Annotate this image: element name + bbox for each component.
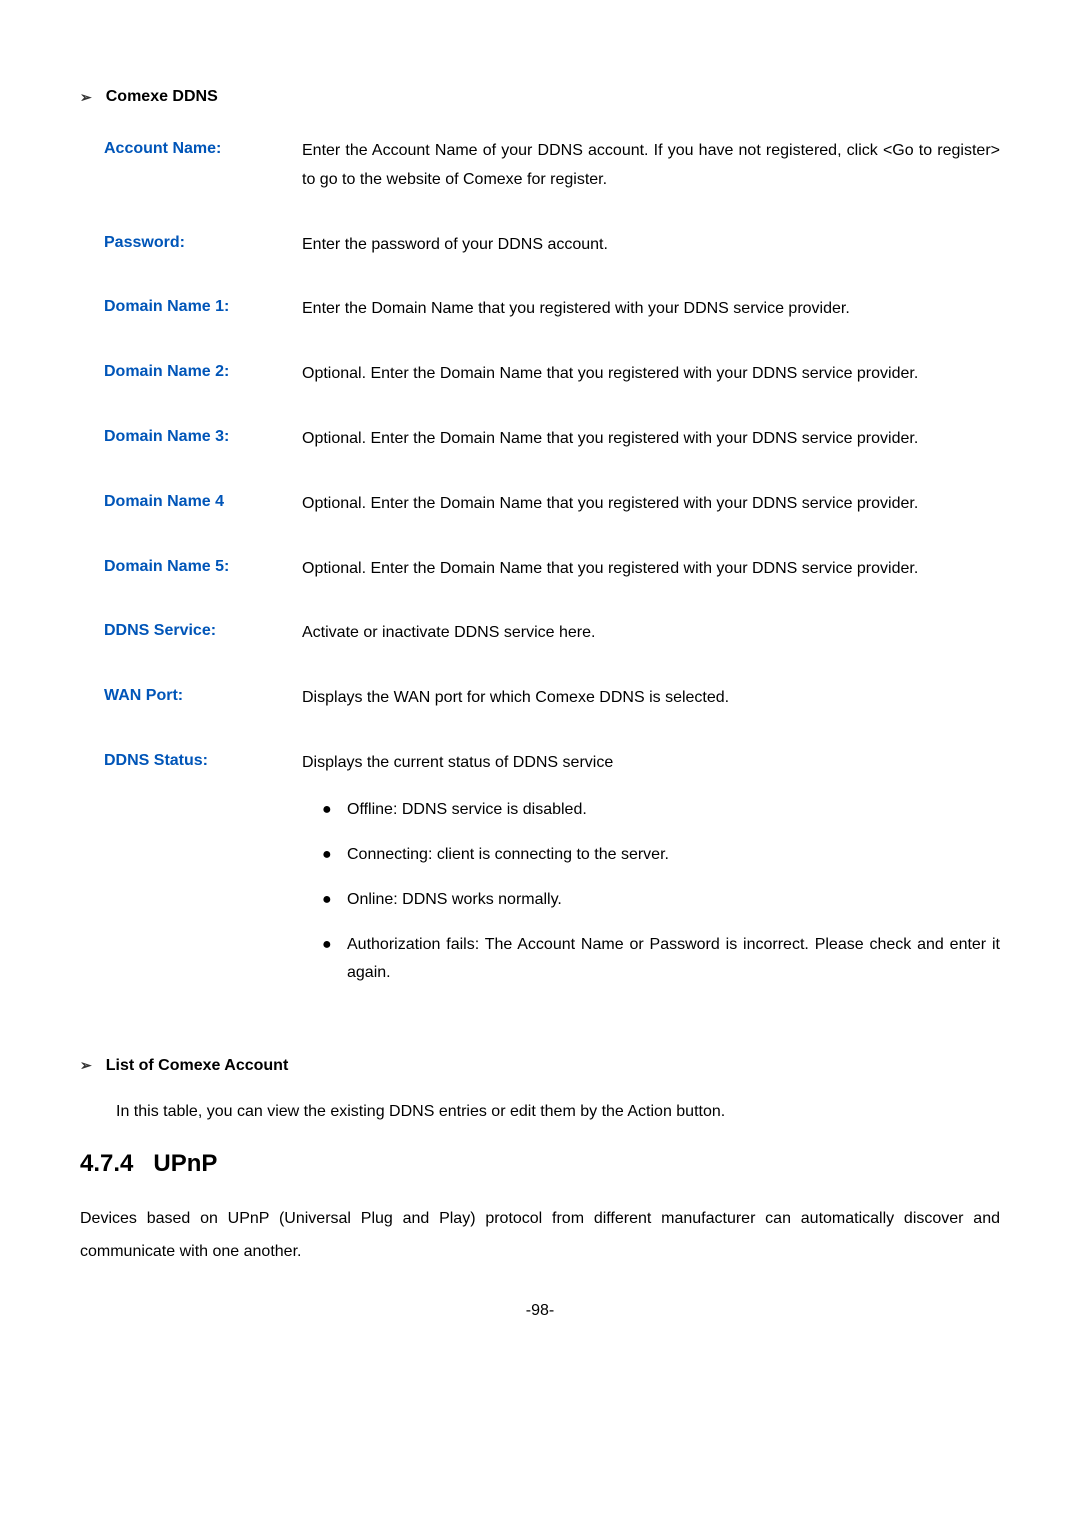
list-comexe-account-heading: ➢ List of Comexe Account xyxy=(80,1054,1000,1078)
chevron-right-icon: ➢ xyxy=(80,1055,92,1076)
comexe-ddns-title: Comexe DDNS xyxy=(106,85,218,109)
upnp-description: Devices based on UPnP (Universal Plug an… xyxy=(80,1202,1000,1269)
ddns-status-value: Displays the current status of DDNS serv… xyxy=(302,749,1000,1004)
password-row: Password: Enter the password of your DDN… xyxy=(104,231,1000,260)
domain-name-5-row: Domain Name 5: Optional. Enter the Domai… xyxy=(104,555,1000,584)
status-online: ● Online: DDNS works normally. xyxy=(322,886,1000,913)
domain-name-2-row: Domain Name 2: Optional. Enter the Domai… xyxy=(104,360,1000,389)
domain-name-4-value: Optional. Enter the Domain Name that you… xyxy=(302,490,1000,519)
status-online-text: Online: DDNS works normally. xyxy=(347,886,1000,913)
ddns-service-value: Activate or inactivate DDNS service here… xyxy=(302,619,1000,648)
domain-name-2-value: Optional. Enter the Domain Name that you… xyxy=(302,360,1000,389)
domain-name-2-label: Domain Name 2: xyxy=(104,360,302,389)
ddns-service-label: DDNS Service: xyxy=(104,619,302,648)
wan-port-row: WAN Port: Displays the WAN port for whic… xyxy=(104,684,1000,713)
domain-name-5-label: Domain Name 5: xyxy=(104,555,302,584)
domain-name-3-value: Optional. Enter the Domain Name that you… xyxy=(302,425,1000,454)
bullet-icon: ● xyxy=(322,841,347,868)
bullet-icon: ● xyxy=(322,931,347,985)
password-label: Password: xyxy=(104,231,302,260)
upnp-heading: 4.7.4 UPnP xyxy=(80,1146,1000,1182)
account-name-row: Account Name: Enter the Account Name of … xyxy=(104,137,1000,195)
page-number: -98- xyxy=(80,1299,1000,1323)
comexe-ddns-heading: ➢ Comexe DDNS xyxy=(80,85,1000,109)
ddns-service-row: DDNS Service: Activate or inactivate DDN… xyxy=(104,619,1000,648)
account-name-label: Account Name: xyxy=(104,137,302,195)
bullet-icon: ● xyxy=(322,886,347,913)
list-comexe-account-title: List of Comexe Account xyxy=(106,1054,289,1078)
status-authfails-text: Authorization fails: The Account Name or… xyxy=(347,931,1000,985)
status-list: ● Offline: DDNS service is disabled. ● C… xyxy=(302,796,1000,986)
bullet-icon: ● xyxy=(322,796,347,823)
wan-port-label: WAN Port: xyxy=(104,684,302,713)
ddns-status-intro: Displays the current status of DDNS serv… xyxy=(302,754,613,771)
domain-name-1-label: Domain Name 1: xyxy=(104,295,302,324)
password-value: Enter the password of your DDNS account. xyxy=(302,231,1000,260)
domain-name-4-row: Domain Name 4 Optional. Enter the Domain… xyxy=(104,490,1000,519)
status-offline-text: Offline: DDNS service is disabled. xyxy=(347,796,1000,823)
domain-name-1-value: Enter the Domain Name that you registere… xyxy=(302,295,1000,324)
domain-name-1-row: Domain Name 1: Enter the Domain Name tha… xyxy=(104,295,1000,324)
domain-name-3-row: Domain Name 3: Optional. Enter the Domai… xyxy=(104,425,1000,454)
chevron-right-icon: ➢ xyxy=(80,87,92,108)
fields-container: Account Name: Enter the Account Name of … xyxy=(104,137,1000,1004)
domain-name-5-value: Optional. Enter the Domain Name that you… xyxy=(302,555,1000,584)
domain-name-3-label: Domain Name 3: xyxy=(104,425,302,454)
ddns-status-row: DDNS Status: Displays the current status… xyxy=(104,749,1000,1004)
status-connecting-text: Connecting: client is connecting to the … xyxy=(347,841,1000,868)
list-account-description: In this table, you can view the existing… xyxy=(116,1100,1000,1124)
domain-name-4-label: Domain Name 4 xyxy=(104,490,302,519)
status-authfails: ● Authorization fails: The Account Name … xyxy=(322,931,1000,985)
status-offline: ● Offline: DDNS service is disabled. xyxy=(322,796,1000,823)
wan-port-value: Displays the WAN port for which Comexe D… xyxy=(302,684,1000,713)
status-connecting: ● Connecting: client is connecting to th… xyxy=(322,841,1000,868)
account-name-value: Enter the Account Name of your DDNS acco… xyxy=(302,137,1000,195)
ddns-status-label: DDNS Status: xyxy=(104,749,302,1004)
